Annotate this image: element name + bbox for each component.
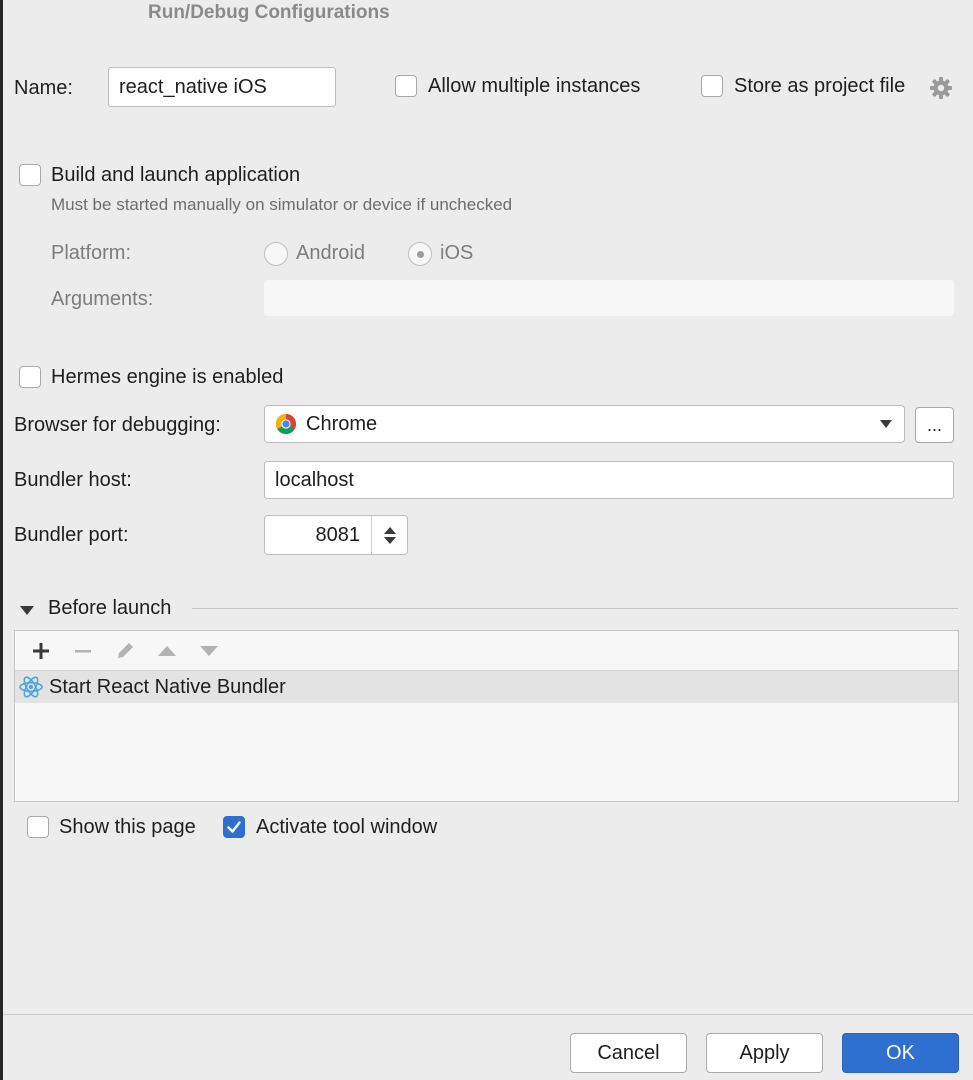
activate-tool-checkbox[interactable] (223, 816, 245, 838)
bundler-port-stepper[interactable]: 8081 (264, 515, 408, 555)
collapse-triangle-icon[interactable] (20, 603, 34, 615)
bundler-port-label: Bundler port: (14, 524, 129, 546)
radio-ios-label: iOS (440, 242, 474, 264)
allow-multiple-label: Allow multiple instances (428, 75, 641, 97)
hermes-label: Hermes engine is enabled (51, 366, 284, 388)
before-launch-toolbar (15, 631, 958, 671)
remove-icon[interactable] (65, 633, 101, 669)
browser-value: Chrome (306, 412, 378, 435)
cancel-button[interactable]: Cancel (570, 1033, 687, 1073)
move-up-icon[interactable] (149, 633, 185, 669)
name-field[interactable]: react_native iOS (108, 67, 336, 107)
before-launch-title: Before launch (48, 597, 172, 619)
build-launch-hint: Must be started manually on simulator or… (51, 195, 513, 214)
checkmark-icon (227, 821, 241, 833)
radio-selected-dot (416, 250, 424, 258)
show-page-label: Show this page (59, 816, 196, 838)
build-launch-checkbox[interactable] (19, 164, 41, 186)
section-divider (192, 608, 958, 609)
store-project-label: Store as project file (734, 75, 906, 97)
browser-browse-button[interactable]: ... (915, 407, 954, 443)
arguments-field[interactable] (264, 280, 954, 316)
allow-multiple-checkbox[interactable] (395, 75, 417, 97)
hermes-checkbox[interactable] (19, 366, 41, 388)
browser-combo[interactable]: Chrome (264, 405, 905, 443)
list-item[interactable]: Start React Native Bundler (15, 671, 958, 703)
bundler-host-label: Bundler host: (14, 469, 132, 491)
store-project-checkbox[interactable] (701, 75, 723, 97)
build-launch-label: Build and launch application (51, 164, 301, 186)
activate-tool-label: Activate tool window (256, 816, 438, 838)
browser-label: Browser for debugging: (14, 414, 221, 436)
window-border (0, 0, 3, 1080)
before-launch-panel: Start React Native Bundler (14, 630, 959, 802)
show-page-checkbox[interactable] (27, 816, 49, 838)
dialog-title: Run/Debug Configurations (148, 2, 390, 23)
stepper-arrows[interactable] (371, 516, 407, 554)
chrome-icon (275, 413, 297, 435)
list-item-label: Start React Native Bundler (49, 675, 286, 698)
stepper-up-icon[interactable] (383, 526, 396, 534)
bundler-host-field[interactable]: localhost (264, 461, 954, 499)
radio-android[interactable] (264, 242, 288, 266)
edit-pencil-icon[interactable] (107, 633, 143, 669)
radio-ios[interactable] (408, 242, 432, 266)
ok-button[interactable]: OK (842, 1033, 959, 1073)
platform-label: Platform: (51, 242, 132, 264)
arguments-label: Arguments: (51, 288, 154, 310)
stepper-down-icon[interactable] (383, 536, 396, 544)
dropdown-arrow-icon (880, 415, 892, 433)
move-down-icon[interactable] (191, 633, 227, 669)
radio-android-label: Android (296, 242, 365, 264)
footer-divider (3, 1014, 973, 1015)
gear-icon[interactable] (929, 76, 953, 100)
bundler-port-field[interactable]: 8081 (265, 516, 371, 554)
add-icon[interactable] (23, 633, 59, 669)
react-icon (18, 674, 44, 700)
name-label: Name: (14, 77, 73, 99)
apply-button[interactable]: Apply (706, 1033, 823, 1073)
